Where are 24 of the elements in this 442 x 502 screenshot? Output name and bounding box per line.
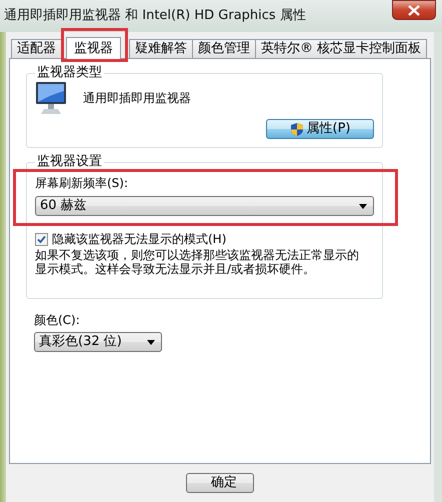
description-text: 如果不复选该项，则您可以选择那些该监视器无法正常显示的显示模式。这样会导致无法显示并且/或者损坏硬件。: [35, 248, 360, 276]
color-dropdown[interactable]: 真彩色(32 位): [34, 332, 162, 352]
tab[interactable]: 适配器: [11, 39, 62, 58]
monitor-icon: [35, 81, 67, 115]
group-title: 监视器设置: [36, 154, 103, 170]
group-title: 监视器类型: [36, 65, 103, 81]
caret-icon: [147, 340, 155, 344]
checkbox[interactable]: [35, 232, 48, 246]
refresh-rate-dropdown[interactable]: 60 赫兹: [35, 196, 374, 216]
close-icon: [408, 4, 420, 16]
field-label: 颜色(C):: [34, 312, 81, 329]
caret-icon: [359, 204, 367, 208]
close-button[interactable]: [392, 0, 436, 20]
checkbox-label[interactable]: 隐藏该监视器无法显示的模式(H): [52, 230, 226, 248]
monitor-name: 通用即插即用监视器: [83, 90, 191, 107]
tab[interactable]: 疑难解答: [129, 39, 193, 58]
shield-icon: [290, 122, 304, 136]
window-title: 通用即插即用监视器 和 Intel(R) HD Graphics 属性: [4, 7, 306, 26]
tab[interactable]: 颜色管理: [192, 39, 256, 58]
tab[interactable]: 英特尔® 核芯显卡控制面板: [255, 39, 428, 58]
properties-button[interactable]: 属性(P): [266, 119, 374, 139]
field-label: 屏幕刷新频率(S):: [35, 175, 130, 192]
tab[interactable]: 监视器: [66, 37, 121, 59]
ok-button[interactable]: 确定: [186, 473, 254, 493]
